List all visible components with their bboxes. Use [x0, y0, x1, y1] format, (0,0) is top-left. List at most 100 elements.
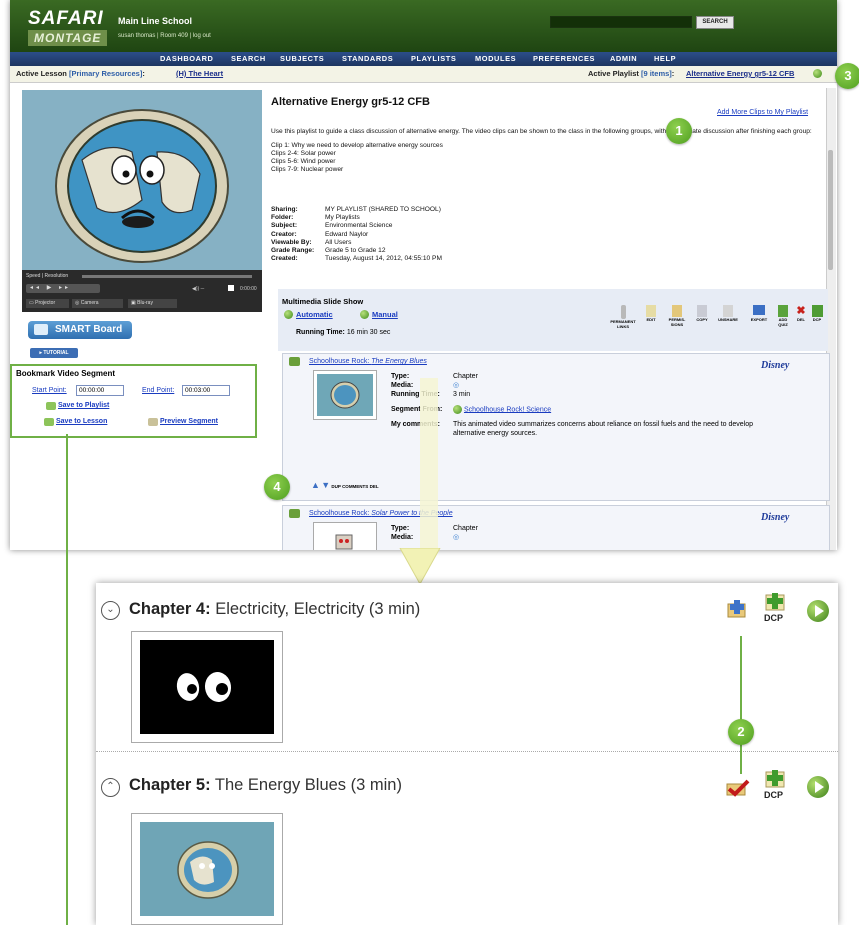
edit-tool[interactable]: EDIT	[640, 305, 662, 322]
start-point-input[interactable]	[76, 385, 124, 396]
automatic-play-icon[interactable]	[284, 310, 293, 319]
nav-dashboard[interactable]: DASHBOARD	[160, 54, 213, 63]
zoomed-chapter-list: ⌄ Chapter 4: Electricity, Electricity (3…	[96, 583, 838, 925]
logo-safari[interactable]: SAFARI	[28, 8, 104, 30]
fullscreen-icon[interactable]	[228, 285, 234, 291]
callout-2-connector-lower	[740, 744, 742, 774]
dcp-plus-icon-2[interactable]	[764, 769, 786, 789]
play-clip-icon[interactable]	[289, 357, 300, 366]
collapse-chapter-5-icon[interactable]: ⌃	[101, 778, 120, 797]
link-icon	[620, 305, 626, 319]
user-line[interactable]: susan thomas | Room 409 | log out	[118, 33, 211, 39]
nav-standards[interactable]: STANDARDS	[342, 54, 393, 63]
volume-icon[interactable]: ◀)) ─	[192, 286, 204, 292]
copy-icon	[697, 305, 707, 317]
delete-icon: ✖	[796, 305, 806, 317]
end-point-label: End Point:	[142, 387, 175, 394]
export-tool[interactable]: EXPORT	[746, 305, 772, 322]
search-input[interactable]	[550, 16, 692, 28]
dcp-plus-icon[interactable]	[764, 592, 786, 612]
projector-button[interactable]: ▭ Projector	[26, 299, 69, 308]
seek-bar[interactable]	[82, 275, 252, 278]
logo-montage[interactable]: MONTAGE	[28, 30, 108, 46]
clip-1-title-link[interactable]: Schoolhouse Rock: The Energy Blues	[309, 358, 427, 365]
chapter-5-thumbnail[interactable]	[131, 813, 283, 925]
playback-buttons[interactable]: ◂◂ ▶ ▸▸	[26, 284, 100, 293]
dup-tool[interactable]: DUP	[331, 484, 340, 489]
dcp-tool[interactable]: DCP	[809, 305, 825, 322]
active-lesson-link[interactable]: (H) The Heart	[176, 69, 223, 78]
manual-play-icon[interactable]	[360, 310, 369, 319]
slideshow-title: Multimedia Slide Show	[282, 297, 364, 306]
video-player[interactable]	[22, 90, 262, 282]
clip-1-thumbnail[interactable]	[313, 370, 377, 420]
media-icon[interactable]: ◎	[453, 382, 459, 389]
copy-tool[interactable]: COPY	[692, 305, 712, 322]
dcp-label: DCP	[764, 613, 784, 623]
search-button[interactable]: SEARCH	[696, 16, 734, 29]
clip-del-tool[interactable]: DEL	[370, 484, 379, 489]
chapter-4-thumbnail[interactable]	[131, 631, 283, 743]
chapter-4-title: Chapter 4: Electricity, Electricity (3 m…	[129, 600, 421, 618]
nav-admin[interactable]: ADMIN	[610, 54, 637, 63]
permanent-links-tool[interactable]: PERMANENT LINKS	[608, 305, 638, 329]
save-playlist-icon	[46, 402, 56, 410]
nav-search[interactable]: SEARCH	[231, 54, 266, 63]
permissions-tool[interactable]: PERMIS-SIONS	[664, 305, 690, 327]
safari-montage-window: SAFARI MONTAGE Main Line School susan th…	[10, 0, 837, 550]
callout-2: 2	[728, 719, 754, 745]
preview-segment-link[interactable]: Preview Segment	[160, 418, 218, 425]
nav-subjects[interactable]: SUBJECTS	[280, 54, 324, 63]
clip-1-tools: ▲ ▼ DUP COMMENTS DEL	[311, 480, 379, 490]
time-readout: 0:00:00	[240, 286, 257, 292]
bluray-button[interactable]: ▣ Blu-ray	[128, 299, 177, 308]
callout-1: 1	[666, 118, 692, 144]
camera-button[interactable]: ◎ Camera	[72, 299, 123, 308]
speed-label[interactable]: Speed	[26, 273, 40, 279]
resolution-label[interactable]: Resolution	[45, 273, 69, 279]
smartboard-button[interactable]: SMART Board	[28, 321, 132, 339]
move-down-icon[interactable]: ▼	[321, 480, 330, 490]
add-to-playlist-icon[interactable]	[726, 598, 748, 620]
smartboard-icon	[34, 324, 48, 335]
lock-icon	[672, 305, 682, 317]
nav-preferences[interactable]: PREFERENCES	[533, 54, 595, 63]
nav-help[interactable]: HELP	[654, 54, 676, 63]
save-to-lesson-link[interactable]: Save to Lesson	[56, 418, 107, 425]
nav-playlists[interactable]: PLAYLISTS	[411, 54, 456, 63]
delete-tool[interactable]: ✖ DEL	[794, 305, 808, 322]
dcp-label-2: DCP	[764, 790, 784, 800]
add-quiz-tool[interactable]: ADD QUIZ	[774, 305, 792, 327]
zoom-arrow-shaft	[420, 378, 438, 550]
media-2-icon[interactable]: ◎	[453, 534, 459, 541]
clip-1-comments: This animated video summarizes concerns …	[453, 421, 754, 438]
tutorial-button[interactable]: ▸ TUTORIAL	[30, 348, 78, 358]
play-chapter-4-icon[interactable]	[807, 600, 829, 622]
segment-from-link[interactable]: Schoolhouse Rock! Science	[464, 406, 551, 413]
bookmark-title: Bookmark Video Segment	[16, 369, 115, 378]
play-playlist-icon[interactable]	[813, 69, 822, 78]
automatic-link[interactable]: Automatic	[296, 310, 333, 319]
meta-grade-range: Grade 5 to Grade 12	[325, 247, 386, 255]
active-playlist-link[interactable]: Alternative Energy gr5-12 CFB	[686, 69, 794, 78]
end-point-input[interactable]	[182, 385, 230, 396]
clip-2-thumbnail[interactable]	[313, 522, 377, 550]
manual-link[interactable]: Manual	[372, 310, 398, 319]
multimedia-slideshow: Multimedia Slide Show Automatic Manual R…	[278, 289, 828, 351]
move-up-icon[interactable]: ▲	[311, 480, 320, 490]
header-bar: SAFARI MONTAGE Main Line School susan th…	[10, 0, 837, 52]
playlist-description: Use this playlist to guide a class discu…	[271, 128, 821, 174]
checkmark-icon[interactable]	[726, 779, 750, 797]
scrollbar-thumb[interactable]	[828, 150, 833, 270]
nav-modules[interactable]: MODULES	[475, 54, 516, 63]
add-more-clips-link[interactable]: Add More Clips to My Playlist	[717, 109, 808, 116]
collapse-chapter-4-icon[interactable]: ⌄	[101, 601, 120, 620]
earth-cartoon-image	[22, 90, 262, 282]
unshare-tool[interactable]: UNSHARE	[714, 305, 742, 322]
comments-tool[interactable]: COMMENTS	[342, 484, 368, 489]
play-chapter-5-icon[interactable]	[807, 776, 829, 798]
edit-icon	[646, 305, 656, 317]
save-to-playlist-link[interactable]: Save to Playlist	[58, 402, 109, 409]
play-clip-2-icon[interactable]	[289, 509, 300, 518]
clip-group-4: Clips 7-9: Nuclear power	[271, 166, 344, 173]
